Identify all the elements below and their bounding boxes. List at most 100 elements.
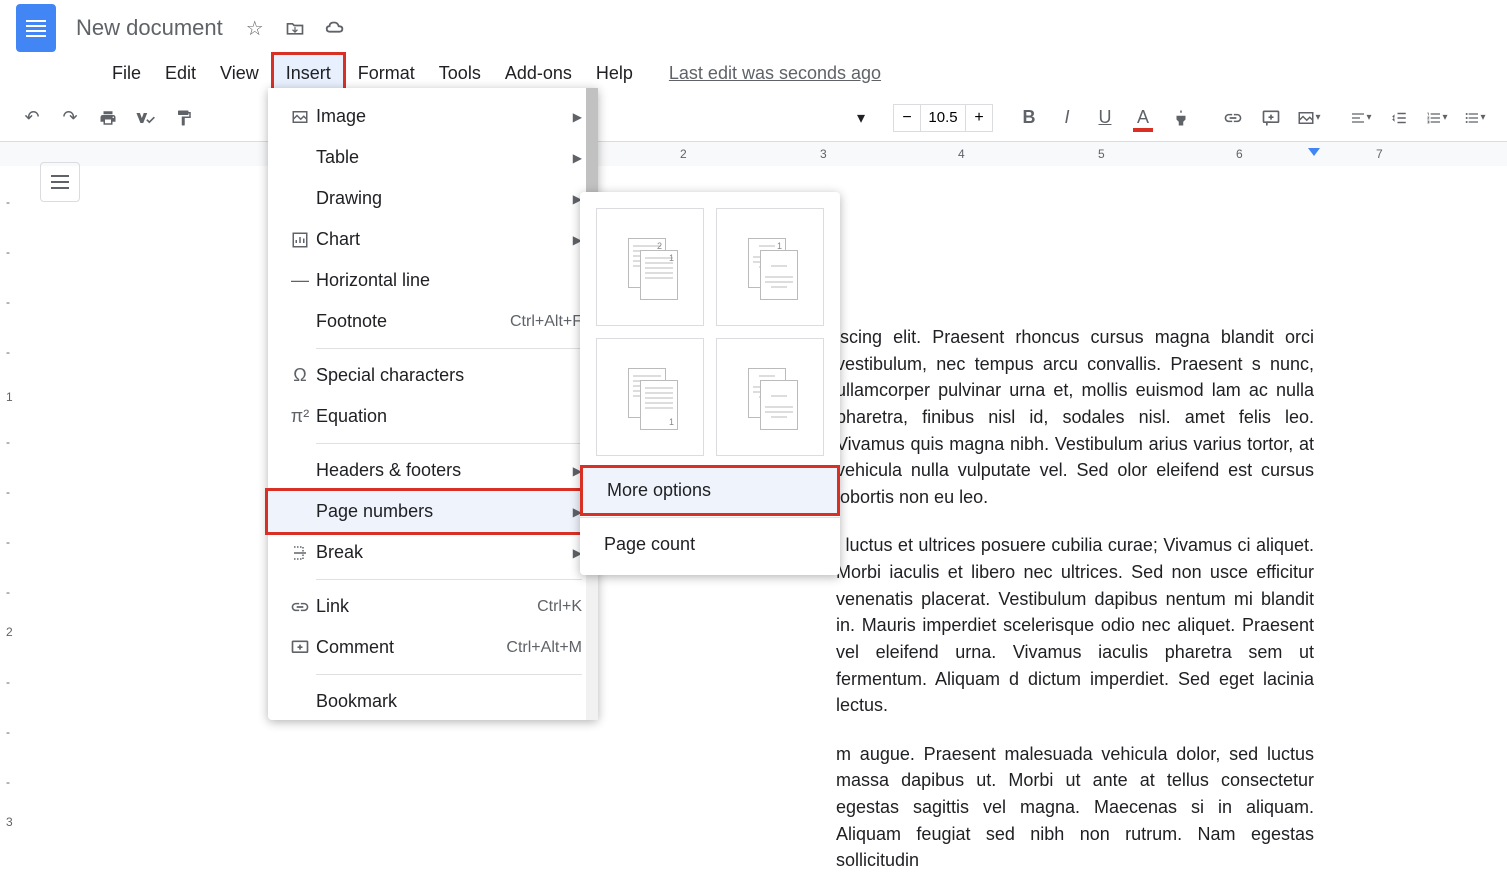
menu-item-headers-footers[interactable]: Headers & footers ▶ xyxy=(268,450,598,491)
menu-divider xyxy=(316,348,582,349)
align-button[interactable]: ▾ xyxy=(1345,102,1377,134)
break-icon xyxy=(284,544,316,562)
star-icon[interactable]: ☆ xyxy=(243,16,267,40)
add-comment-button[interactable] xyxy=(1255,102,1287,134)
menu-label: Break xyxy=(316,542,573,563)
submenu-arrow-icon: ▶ xyxy=(573,151,582,165)
menu-file[interactable]: File xyxy=(100,55,153,92)
redo-button[interactable]: ↷ xyxy=(54,102,86,134)
undo-button[interactable]: ↶ xyxy=(16,102,48,134)
docs-app-icon[interactable] xyxy=(16,4,56,52)
menu-item-table[interactable]: Table ▶ xyxy=(268,137,598,178)
document-paragraph: i luctus et ultrices posuere cubilia cur… xyxy=(836,532,1314,718)
document-body[interactable]: iscing elit. Praesent rhoncus cursus mag… xyxy=(836,324,1314,896)
document-paragraph: iscing elit. Praesent rhoncus cursus mag… xyxy=(836,324,1314,510)
menu-item-footnote[interactable]: Footnote Ctrl+Alt+F xyxy=(268,301,598,342)
font-size-increase[interactable]: + xyxy=(965,104,993,132)
ruler-tick: 5 xyxy=(1098,147,1105,161)
menu-label: Footnote xyxy=(316,311,510,332)
insert-menu-dropdown: Image ▶ Table ▶ Drawing ▶ Chart ▶ — Hori… xyxy=(268,88,598,720)
menu-tools[interactable]: Tools xyxy=(427,55,493,92)
menu-format[interactable]: Format xyxy=(346,55,427,92)
menu-divider xyxy=(316,443,582,444)
page-number-option-top-right-skip-first[interactable]: 1 xyxy=(716,208,824,326)
bulleted-list-button[interactable]: ▾ xyxy=(1459,102,1491,134)
highlight-button[interactable] xyxy=(1165,102,1197,134)
image-icon xyxy=(284,108,316,126)
menu-label: Special characters xyxy=(316,365,582,386)
menu-view[interactable]: View xyxy=(208,55,271,92)
font-size-input[interactable] xyxy=(921,104,965,132)
outline-toggle-icon[interactable] xyxy=(40,162,80,202)
menu-label: Table xyxy=(316,147,573,168)
menu-label: Link xyxy=(316,596,537,617)
menu-item-page-numbers[interactable]: Page numbers ▶ xyxy=(265,488,601,535)
text-color-button[interactable]: A xyxy=(1127,102,1159,134)
page-number-option-bottom-right[interactable]: 2 1 xyxy=(596,338,704,456)
menu-item-special-characters[interactable]: Ω Special characters xyxy=(268,355,598,396)
ruler-tick: 7 xyxy=(1376,147,1383,161)
menu-addons[interactable]: Add-ons xyxy=(493,55,584,92)
ruler-tick: 4 xyxy=(958,147,965,161)
pi-icon: π² xyxy=(284,406,316,427)
menu-item-link[interactable]: Link Ctrl+K xyxy=(268,586,598,627)
submenu-arrow-icon: ▶ xyxy=(573,110,582,124)
page-number-option-bottom-right-skip-first[interactable]: 1 xyxy=(716,338,824,456)
italic-button[interactable]: I xyxy=(1051,102,1083,134)
menu-shortcut: Ctrl+K xyxy=(537,598,582,616)
menu-divider xyxy=(316,674,582,675)
move-icon[interactable] xyxy=(283,16,307,40)
menu-divider xyxy=(316,579,582,580)
menu-help[interactable]: Help xyxy=(584,55,645,92)
chart-icon xyxy=(284,231,316,249)
spellcheck-button[interactable] xyxy=(130,102,162,134)
menu-label: Image xyxy=(316,106,573,127)
menu-label: Page numbers xyxy=(316,501,573,522)
menu-item-image[interactable]: Image ▶ xyxy=(268,96,598,137)
numbered-list-button[interactable]: ▾ xyxy=(1421,102,1453,134)
submenu-more-options[interactable]: More options xyxy=(580,465,840,516)
menu-label: Bookmark xyxy=(316,691,582,712)
ruler-tick: 2 xyxy=(680,147,687,161)
menu-edit[interactable]: Edit xyxy=(153,55,208,92)
page-number-option-top-right[interactable]: 2 1 xyxy=(596,208,704,326)
horizontal-line-icon: — xyxy=(284,270,316,291)
omega-icon: Ω xyxy=(284,365,316,386)
menu-item-break[interactable]: Break ▶ xyxy=(268,532,598,573)
menu-label: Drawing xyxy=(316,188,573,209)
line-spacing-button[interactable] xyxy=(1383,102,1415,134)
ruler-right-indent-marker[interactable] xyxy=(1308,148,1320,156)
ruler-tick: 6 xyxy=(1236,147,1243,161)
font-size-decrease[interactable]: − xyxy=(893,104,921,132)
menu-item-bookmark[interactable]: Bookmark xyxy=(268,681,598,712)
ruler-tick: 3 xyxy=(820,147,827,161)
menu-item-equation[interactable]: π² Equation xyxy=(268,396,598,437)
menu-shortcut: Ctrl+Alt+F xyxy=(510,313,582,331)
comment-icon xyxy=(284,638,316,658)
document-paragraph: m augue. Praesent malesuada vehicula dol… xyxy=(836,741,1314,874)
menu-label: Equation xyxy=(316,406,582,427)
menu-item-drawing[interactable]: Drawing ▶ xyxy=(268,178,598,219)
last-edit-link[interactable]: Last edit was seconds ago xyxy=(669,63,881,84)
menu-item-horizontal-line[interactable]: — Horizontal line xyxy=(268,260,598,301)
paint-format-button[interactable] xyxy=(168,102,200,134)
menu-label: Headers & footers xyxy=(316,460,573,481)
page-numbers-submenu: 2 1 1 2 1 1 More options Page count xyxy=(580,192,840,575)
menu-label: Chart xyxy=(316,229,573,250)
insert-link-button[interactable] xyxy=(1217,102,1249,134)
document-title[interactable]: New document xyxy=(76,15,223,41)
insert-image-button[interactable]: ▾ xyxy=(1293,102,1325,134)
cloud-icon[interactable] xyxy=(323,16,347,40)
menu-item-chart[interactable]: Chart ▶ xyxy=(268,219,598,260)
menu-item-comment[interactable]: Comment Ctrl+Alt+M xyxy=(268,627,598,668)
menu-label: Comment xyxy=(316,637,506,658)
menu-label: Horizontal line xyxy=(316,270,582,291)
print-button[interactable] xyxy=(92,102,124,134)
bold-button[interactable]: B xyxy=(1013,102,1045,134)
underline-button[interactable]: U xyxy=(1089,102,1121,134)
submenu-page-count[interactable]: Page count xyxy=(580,522,840,567)
link-icon xyxy=(284,597,316,617)
menu-divider xyxy=(580,517,840,518)
menu-shortcut: Ctrl+Alt+M xyxy=(506,639,582,657)
font-dropdown[interactable]: ▾ xyxy=(849,108,873,128)
